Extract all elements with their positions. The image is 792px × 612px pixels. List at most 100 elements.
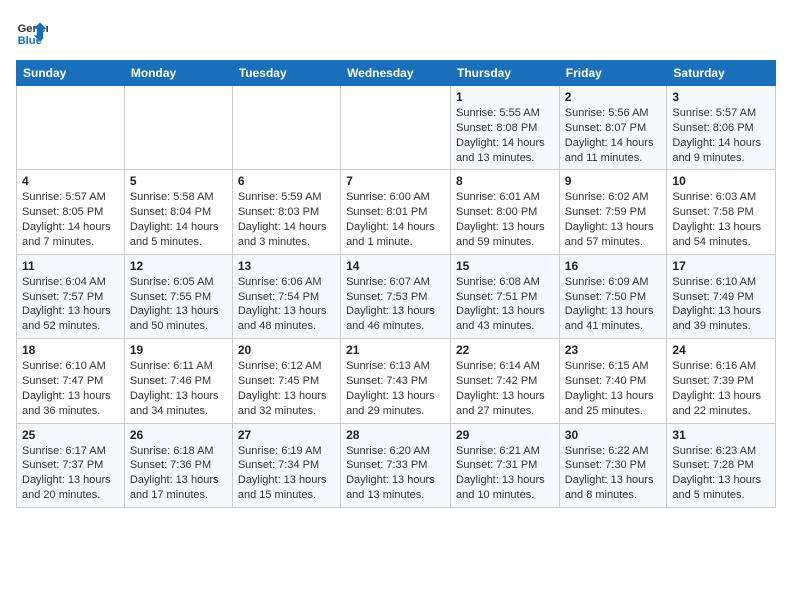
day-detail: Sunrise: 6:03 AMSunset: 7:58 PMDaylight:…	[672, 190, 770, 249]
day-detail: Sunrise: 6:18 AMSunset: 7:36 PMDaylight:…	[130, 444, 227, 503]
day-detail: Sunrise: 6:12 AMSunset: 7:45 PMDaylight:…	[238, 359, 335, 418]
day-number: 15	[456, 259, 554, 273]
day-cell: 9Sunrise: 6:02 AMSunset: 7:59 PMDaylight…	[559, 170, 667, 254]
day-cell: 24Sunrise: 6:16 AMSunset: 7:39 PMDayligh…	[667, 339, 776, 423]
day-number: 26	[130, 428, 227, 442]
day-cell	[232, 86, 340, 170]
day-cell: 10 Sunrise: 6:03 AMSunset: 7:58 PMDayligh…	[667, 170, 776, 254]
day-cell: 26 Sunrise: 6:18 AMSunset: 7:36 PMDayligh…	[124, 423, 232, 507]
logo: General Blue	[16, 16, 48, 48]
page-header: General Blue	[16, 16, 776, 48]
day-detail: Sunrise: 6:23 AMSunset: 7:28 PMDaylight:…	[672, 444, 770, 503]
day-cell	[17, 86, 125, 170]
day-number: 18	[22, 343, 119, 357]
day-detail: Sunrise: 6:01 AMSunset: 8:00 PMDaylight:…	[456, 190, 554, 249]
day-detail: Sunrise: 6:14 AMSunset: 7:42 PMDaylight:…	[456, 359, 554, 418]
day-number: 2	[565, 90, 662, 104]
day-number: 10	[672, 174, 770, 188]
weekday-header-sunday: Sunday	[17, 61, 125, 86]
day-cell: 6 Sunrise: 5:59 AMSunset: 8:03 PMDaylight…	[232, 170, 340, 254]
day-cell: 18Sunrise: 6:10 AMSunset: 7:47 PMDayligh…	[17, 339, 125, 423]
day-number: 5	[130, 174, 227, 188]
day-cell: 5 Sunrise: 5:58 AMSunset: 8:04 PMDaylight…	[124, 170, 232, 254]
day-detail: Sunrise: 6:07 AMSunset: 7:53 PMDaylight:…	[346, 275, 445, 334]
day-detail: Sunrise: 6:20 AMSunset: 7:33 PMDaylight:…	[346, 444, 445, 503]
week-row-5: 25 Sunrise: 6:17 AMSunset: 7:37 PMDayligh…	[17, 423, 776, 507]
day-cell: 20 Sunrise: 6:12 AMSunset: 7:45 PMDayligh…	[232, 339, 340, 423]
day-cell: 8 Sunrise: 6:01 AMSunset: 8:00 PMDaylight…	[451, 170, 560, 254]
weekday-header-wednesday: Wednesday	[341, 61, 451, 86]
day-number: 24	[672, 343, 770, 357]
weekday-header-friday: Friday	[559, 61, 667, 86]
day-cell: 22 Sunrise: 6:14 AMSunset: 7:42 PMDayligh…	[451, 339, 560, 423]
day-detail: Sunrise: 6:21 AMSunset: 7:31 PMDaylight:…	[456, 444, 554, 503]
weekday-header-thursday: Thursday	[451, 61, 560, 86]
day-cell	[124, 86, 232, 170]
weekday-header-row: SundayMondayTuesdayWednesdayThursdayFrid…	[17, 61, 776, 86]
day-number: 14	[346, 259, 445, 273]
day-detail: Sunrise: 6:17 AMSunset: 7:37 PMDaylight:…	[22, 444, 119, 503]
day-cell: 2Sunrise: 5:56 AMSunset: 8:07 PMDaylight…	[559, 86, 667, 170]
day-cell: 12 Sunrise: 6:05 AMSunset: 7:55 PMDayligh…	[124, 254, 232, 338]
day-number: 27	[238, 428, 335, 442]
day-number: 4	[22, 174, 119, 188]
day-cell: 29 Sunrise: 6:21 AMSunset: 7:31 PMDayligh…	[451, 423, 560, 507]
day-number: 16	[565, 259, 662, 273]
day-cell: 27 Sunrise: 6:19 AMSunset: 7:34 PMDayligh…	[232, 423, 340, 507]
day-cell: 13Sunrise: 6:06 AMSunset: 7:54 PMDayligh…	[232, 254, 340, 338]
day-number: 3	[672, 90, 770, 104]
day-number: 22	[456, 343, 554, 357]
logo-icon: General Blue	[16, 16, 48, 48]
weekday-header-tuesday: Tuesday	[232, 61, 340, 86]
svg-text:General: General	[18, 23, 48, 35]
day-number: 6	[238, 174, 335, 188]
day-detail: Sunrise: 5:59 AMSunset: 8:03 PMDaylight:…	[238, 190, 335, 249]
weekday-header-saturday: Saturday	[667, 61, 776, 86]
day-detail: Sunrise: 6:15 AMSunset: 7:40 PMDaylight:…	[565, 359, 662, 418]
day-cell: 3 Sunrise: 5:57 AMSunset: 8:06 PMDaylight…	[667, 86, 776, 170]
day-cell: 30 Sunrise: 6:22 AMSunset: 7:30 PMDayligh…	[559, 423, 667, 507]
day-detail: Sunrise: 6:11 AMSunset: 7:46 PMDaylight:…	[130, 359, 227, 418]
day-number: 25	[22, 428, 119, 442]
day-number: 21	[346, 343, 445, 357]
day-cell: 28 Sunrise: 6:20 AMSunset: 7:33 PMDayligh…	[341, 423, 451, 507]
day-cell: 14 Sunrise: 6:07 AMSunset: 7:53 PMDayligh…	[341, 254, 451, 338]
day-number: 1	[456, 90, 554, 104]
day-detail: Sunrise: 6:19 AMSunset: 7:34 PMDaylight:…	[238, 444, 335, 503]
day-detail: Sunrise: 6:08 AMSunset: 7:51 PMDaylight:…	[456, 275, 554, 334]
day-cell	[341, 86, 451, 170]
day-detail: Sunrise: 5:57 AMSunset: 8:06 PMDaylight:…	[672, 106, 770, 165]
day-cell: 16 Sunrise: 6:09 AMSunset: 7:50 PMDayligh…	[559, 254, 667, 338]
day-detail: Sunrise: 6:05 AMSunset: 7:55 PMDaylight:…	[130, 275, 227, 334]
day-detail: Sunrise: 5:57 AMSunset: 8:05 PMDaylight:…	[22, 190, 119, 249]
day-number: 30	[565, 428, 662, 442]
day-number: 28	[346, 428, 445, 442]
day-number: 19	[130, 343, 227, 357]
day-number: 12	[130, 259, 227, 273]
day-detail: Sunrise: 5:58 AMSunset: 8:04 PMDaylight:…	[130, 190, 227, 249]
day-number: 23	[565, 343, 662, 357]
day-number: 11	[22, 259, 119, 273]
week-row-1: 1 Sunrise: 5:55 AMSunset: 8:08 PMDaylight…	[17, 86, 776, 170]
day-detail: Sunrise: 6:00 AMSunset: 8:01 PMDaylight:…	[346, 190, 445, 249]
day-number: 29	[456, 428, 554, 442]
day-detail: Sunrise: 6:22 AMSunset: 7:30 PMDaylight:…	[565, 444, 662, 503]
day-cell: 31Sunrise: 6:23 AMSunset: 7:28 PMDayligh…	[667, 423, 776, 507]
day-cell: 23 Sunrise: 6:15 AMSunset: 7:40 PMDayligh…	[559, 339, 667, 423]
day-cell: 11 Sunrise: 6:04 AMSunset: 7:57 PMDayligh…	[17, 254, 125, 338]
day-number: 8	[456, 174, 554, 188]
day-number: 7	[346, 174, 445, 188]
day-cell: 25 Sunrise: 6:17 AMSunset: 7:37 PMDayligh…	[17, 423, 125, 507]
day-detail: Sunrise: 6:04 AMSunset: 7:57 PMDaylight:…	[22, 275, 119, 334]
day-number: 20	[238, 343, 335, 357]
day-detail: Sunrise: 6:06 AMSunset: 7:54 PMDaylight:…	[238, 275, 335, 334]
day-number: 17	[672, 259, 770, 273]
day-cell: 4 Sunrise: 5:57 AMSunset: 8:05 PMDaylight…	[17, 170, 125, 254]
week-row-3: 11 Sunrise: 6:04 AMSunset: 7:57 PMDayligh…	[17, 254, 776, 338]
day-cell: 19 Sunrise: 6:11 AMSunset: 7:46 PMDayligh…	[124, 339, 232, 423]
day-detail: Sunrise: 6:09 AMSunset: 7:50 PMDaylight:…	[565, 275, 662, 334]
day-detail: Sunrise: 6:02 AMSunset: 7:59 PMDaylight:…	[565, 190, 662, 249]
day-detail: Sunrise: 5:55 AMSunset: 8:08 PMDaylight:…	[456, 106, 554, 165]
day-detail: Sunrise: 6:10 AMSunset: 7:49 PMDaylight:…	[672, 275, 770, 334]
week-row-4: 18Sunrise: 6:10 AMSunset: 7:47 PMDayligh…	[17, 339, 776, 423]
